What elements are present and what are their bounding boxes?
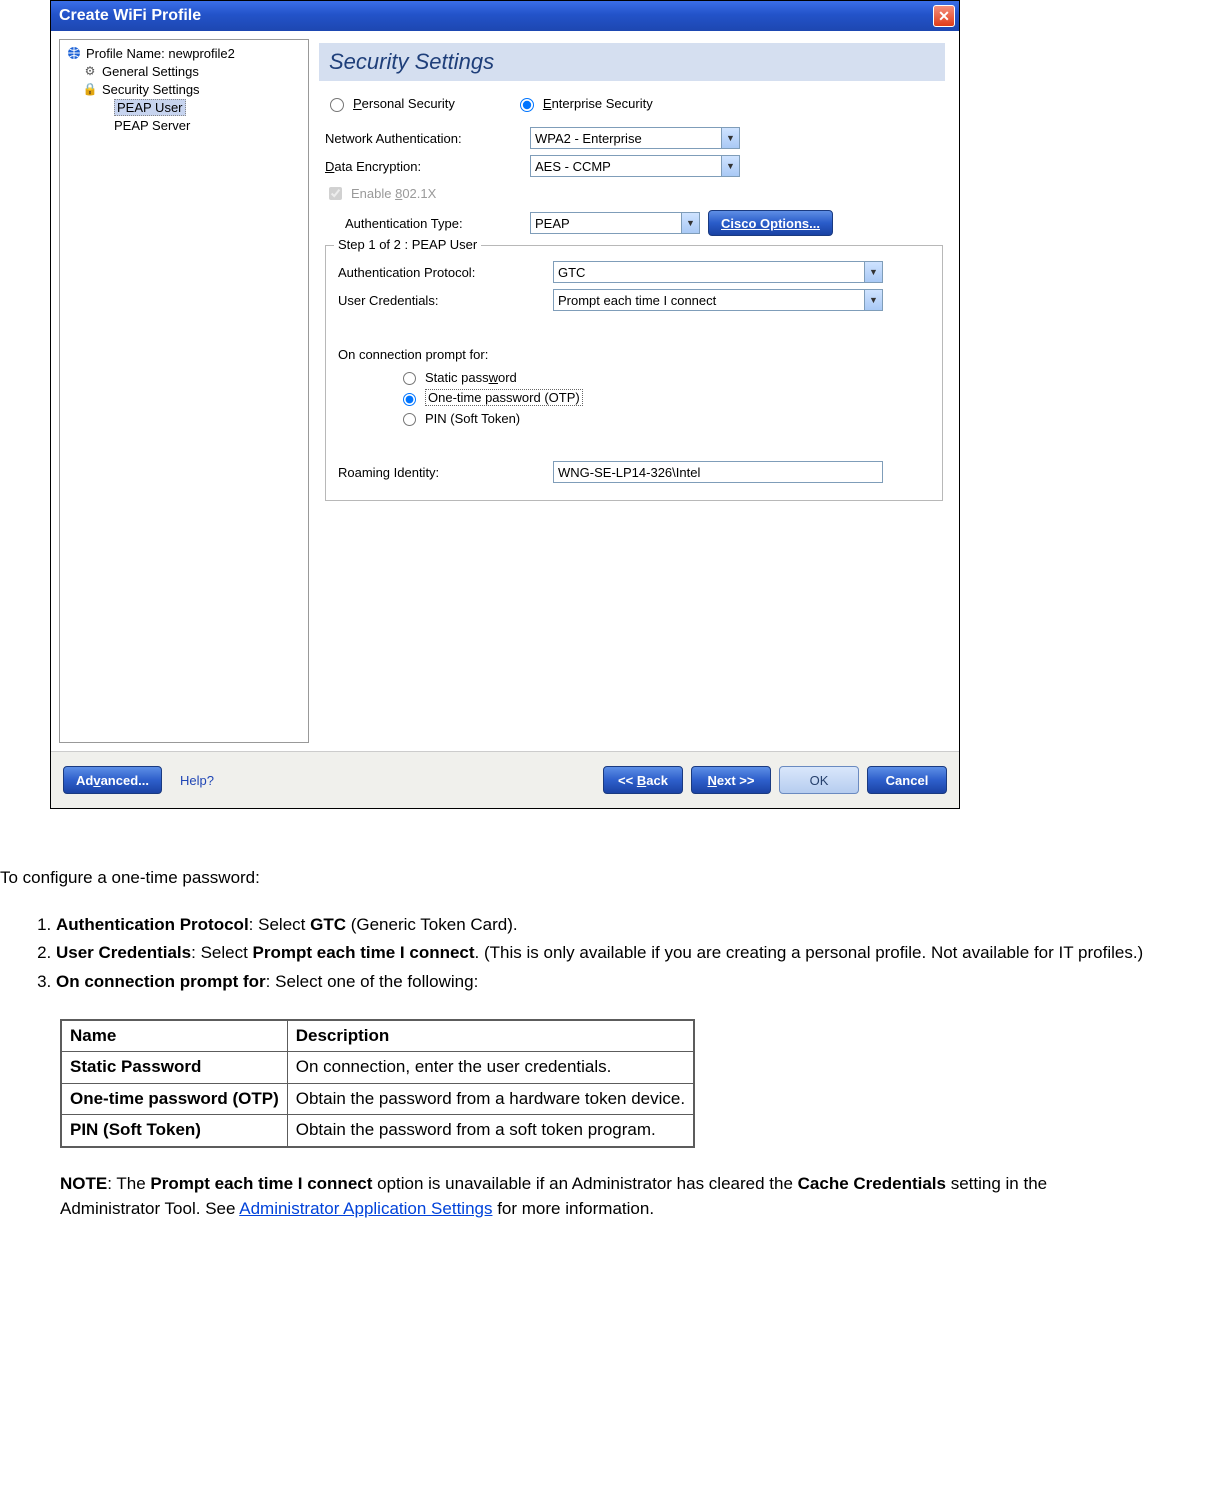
checkbox-enable-8021x: Enable 802.1X	[319, 180, 945, 207]
td-desc: Obtain the password from a hardware toke…	[287, 1083, 694, 1115]
button-bar: Advanced... Help? << Back Next >> OK Can…	[51, 751, 959, 808]
options-table: Name Description Static Password On conn…	[60, 1019, 695, 1149]
advanced-button[interactable]: Advanced...	[63, 766, 162, 794]
select-auth-type[interactable]: PEAP ▼	[530, 212, 700, 234]
chevron-down-icon[interactable]: ▼	[721, 156, 739, 176]
doc-step-1: Authentication Protocol: Select GTC (Gen…	[56, 913, 1192, 938]
tree-label: General Settings	[102, 64, 199, 79]
tree-item-peap-server[interactable]: PEAP Server	[64, 117, 308, 134]
chevron-down-icon[interactable]: ▼	[864, 262, 882, 282]
label-user-credentials: User Credentials:	[338, 293, 553, 308]
section-title: Security Settings	[319, 43, 945, 81]
chevron-down-icon[interactable]: ▼	[721, 128, 739, 148]
doc-section: To configure a one-time password: Authen…	[0, 809, 1200, 1221]
label-roaming-identity: Roaming Identity:	[338, 465, 553, 480]
chevron-down-icon[interactable]: ▼	[864, 290, 882, 310]
label-auth-type: Authentication Type:	[345, 216, 530, 231]
radio-static-password[interactable]: Static password	[398, 367, 932, 387]
radio-otp[interactable]: One-time password (OTP)	[398, 387, 932, 408]
tree-label: PEAP User	[114, 99, 186, 116]
select-value: GTC	[554, 265, 864, 280]
window-title: Create WiFi Profile	[59, 7, 201, 25]
tree-label: Profile Name: newprofile2	[86, 46, 235, 61]
cisco-options-button[interactable]: Cisco Options...	[708, 210, 833, 236]
select-auth-protocol[interactable]: GTC ▼	[553, 261, 883, 283]
doc-step-3: On connection prompt for: Select one of …	[56, 970, 1192, 995]
checkbox-label: Enable 802.1X	[351, 186, 436, 201]
globe-icon	[66, 45, 82, 61]
tree-item-peap-user[interactable]: PEAP User	[64, 98, 308, 117]
close-icon[interactable]: ✕	[933, 5, 955, 27]
cancel-button[interactable]: Cancel	[867, 766, 947, 794]
table-row: PIN (Soft Token) Obtain the password fro…	[61, 1115, 694, 1147]
fieldset-peap-user: Step 1 of 2 : PEAP User Authentication P…	[325, 245, 943, 501]
table-row: One-time password (OTP) Obtain the passw…	[61, 1083, 694, 1115]
input-roaming-identity[interactable]	[553, 461, 883, 483]
label-prompt-for: On connection prompt for:	[338, 347, 553, 362]
tree-item-general[interactable]: ⚙ General Settings	[64, 62, 308, 80]
label-network-auth: Network Authentication:	[325, 131, 530, 146]
tree-label: PEAP Server	[114, 118, 190, 133]
table-row: Static Password On connection, enter the…	[61, 1052, 694, 1084]
select-value: WPA2 - Enterprise	[531, 131, 721, 146]
radio-label: Static password	[425, 370, 517, 385]
chevron-down-icon[interactable]: ▼	[681, 213, 699, 233]
back-button[interactable]: << Back	[603, 766, 683, 794]
tree-root[interactable]: Profile Name: newprofile2	[64, 44, 308, 62]
main-panel: Security Settings Personal Security Ente…	[315, 39, 951, 743]
gear-icon: ⚙	[82, 63, 98, 79]
td-name: PIN (Soft Token)	[61, 1115, 287, 1147]
radio-pin-soft-token[interactable]: PIN (Soft Token)	[398, 408, 932, 428]
radio-enterprise-security[interactable]: Enterprise Security	[515, 95, 653, 112]
th-description: Description	[287, 1020, 694, 1052]
tree-label: Security Settings	[102, 82, 200, 97]
ok-button[interactable]: OK	[779, 766, 859, 794]
doc-step-2: User Credentials: Select Prompt each tim…	[56, 941, 1192, 966]
radio-label: One-time password (OTP)	[425, 389, 583, 406]
admin-app-settings-link[interactable]: Administrator Application Settings	[239, 1199, 492, 1218]
titlebar: Create WiFi Profile ✕	[51, 1, 959, 31]
select-value: Prompt each time I connect	[554, 293, 864, 308]
td-desc: Obtain the password from a soft token pr…	[287, 1115, 694, 1147]
td-name: Static Password	[61, 1052, 287, 1084]
td-desc: On connection, enter the user credential…	[287, 1052, 694, 1084]
select-value: PEAP	[531, 216, 681, 231]
fieldset-legend: Step 1 of 2 : PEAP User	[334, 237, 481, 252]
select-user-credentials[interactable]: Prompt each time I connect ▼	[553, 289, 883, 311]
wifi-profile-dialog: Create WiFi Profile ✕ Profile Name: newp…	[50, 0, 960, 809]
table-header-row: Name Description	[61, 1020, 694, 1052]
select-data-encryption[interactable]: AES - CCMP ▼	[530, 155, 740, 177]
label-data-encryption: Data Encryption:	[325, 159, 530, 174]
td-name: One-time password (OTP)	[61, 1083, 287, 1115]
select-value: AES - CCMP	[531, 159, 721, 174]
lock-icon: 🔒	[82, 81, 98, 97]
profile-tree: Profile Name: newprofile2 ⚙ General Sett…	[59, 39, 309, 743]
help-link[interactable]: Help?	[180, 773, 214, 788]
label-auth-protocol: Authentication Protocol:	[338, 265, 553, 280]
doc-intro: To configure a one-time password:	[0, 866, 1192, 891]
select-network-auth[interactable]: WPA2 - Enterprise ▼	[530, 127, 740, 149]
radio-label: PIN (Soft Token)	[425, 411, 520, 426]
doc-note: NOTE: The Prompt each time I connect opt…	[60, 1172, 1080, 1221]
next-button[interactable]: Next >>	[691, 766, 771, 794]
th-name: Name	[61, 1020, 287, 1052]
tree-item-security[interactable]: 🔒 Security Settings	[64, 80, 308, 98]
radio-personal-security[interactable]: Personal Security	[325, 95, 455, 112]
